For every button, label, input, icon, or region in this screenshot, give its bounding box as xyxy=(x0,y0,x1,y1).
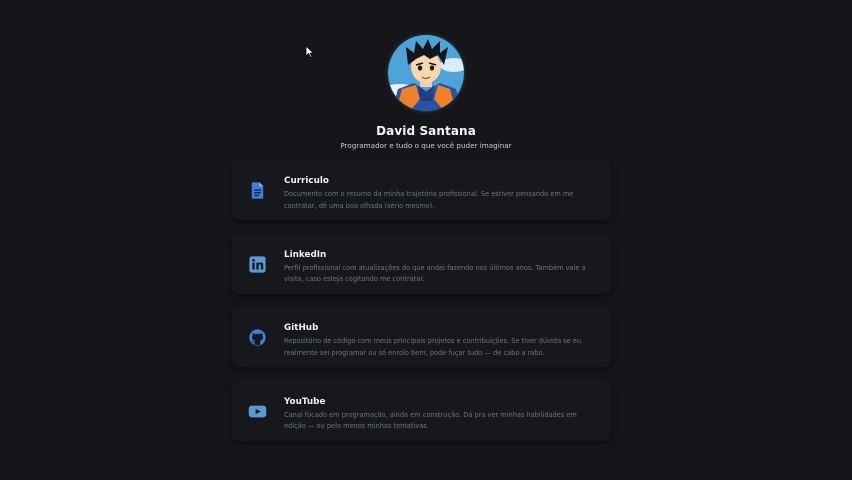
link-card-github[interactable]: GitHub Repositório de código com meus pr… xyxy=(232,307,611,367)
link-description: Perfil profissional com atualizações do … xyxy=(284,263,586,284)
profile-tagline: Programador e tudo o que você puder imag… xyxy=(340,141,512,150)
link-description: Canal focado em programação, ainda em co… xyxy=(284,410,577,431)
link-title: YouTube xyxy=(284,396,326,407)
profile-header: David Santana Programador e tudo o que v… xyxy=(0,34,852,150)
link-card-youtube[interactable]: YouTube Canal focado em programação, ain… xyxy=(232,380,611,441)
link-card-curriculo[interactable]: Curriculo Documento com o resumo da minh… xyxy=(232,160,611,220)
link-card-linkedin[interactable]: LinkedIn Perfil profissional com atualiz… xyxy=(232,233,611,294)
link-title: LinkedIn xyxy=(284,249,327,260)
github-icon xyxy=(249,329,266,346)
document-icon xyxy=(251,182,264,199)
link-title: Curriculo xyxy=(284,176,329,186)
link-description: Repositório de código com meus principai… xyxy=(284,337,582,357)
link-title: GitHub xyxy=(284,323,319,333)
linkedin-icon xyxy=(249,255,266,273)
avatar-image xyxy=(388,35,464,111)
avatar xyxy=(387,34,465,112)
youtube-icon xyxy=(248,405,267,417)
link-description: Documento com o resumo da minha trajetór… xyxy=(284,190,574,210)
profile-name: David Santana xyxy=(376,124,476,138)
link-list: Curriculo Documento com o resumo da minh… xyxy=(232,160,611,454)
